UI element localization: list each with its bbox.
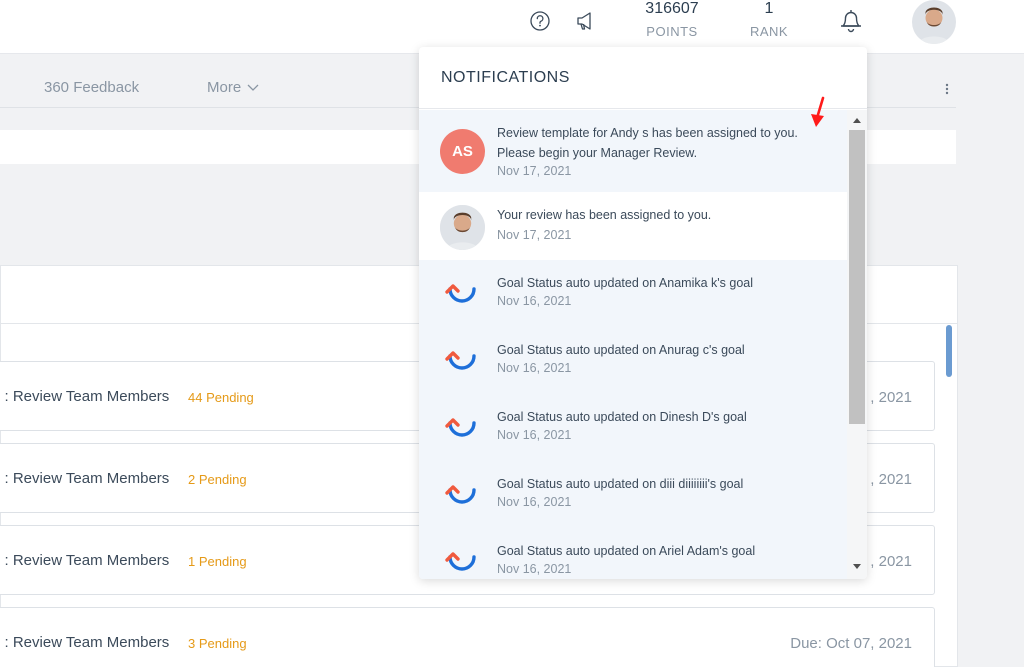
due-date: , 2021 <box>870 471 912 488</box>
tab-more[interactable]: More <box>207 79 259 96</box>
app-logo-icon <box>444 277 480 305</box>
points-stat: 316607 POINTS <box>636 0 708 39</box>
notifications-header: NOTIFICATIONS <box>419 47 867 109</box>
notification-message: Goal Status auto updated on Anamika k's … <box>497 276 754 290</box>
app-logo-icon <box>444 478 480 506</box>
notifications-panel: NOTIFICATIONS AS Review template for And… <box>419 47 867 579</box>
rank-stat: 1 RANK <box>744 0 794 39</box>
notification-item[interactable]: AS Review template for Andy s has been a… <box>419 110 847 192</box>
due-date: , 2021 <box>870 553 912 570</box>
notification-message: Goal Status auto updated on diii diiiiii… <box>497 477 744 491</box>
notification-date: Nov 16, 2021 <box>497 562 572 576</box>
notification-date: Nov 16, 2021 <box>497 294 572 308</box>
scrollbar-thumb[interactable] <box>849 130 865 424</box>
notification-date: Nov 16, 2021 <box>497 428 572 442</box>
due-date: , 2021 <box>870 389 912 406</box>
app-logo-icon <box>444 344 480 372</box>
task-title: e : Review Team Members <box>0 470 170 487</box>
notification-date: Nov 17, 2021 <box>497 228 572 242</box>
notification-item[interactable]: Goal Status auto updated on Ariel Adam's… <box>419 528 847 579</box>
notification-message: Goal Status auto updated on Dinesh D's g… <box>497 410 747 424</box>
more-options-icon[interactable] <box>944 82 950 96</box>
chevron-down-icon <box>247 84 259 91</box>
user-avatar[interactable] <box>912 0 956 44</box>
help-icon[interactable] <box>529 10 551 32</box>
rank-label: RANK <box>749 24 789 39</box>
notification-message: Your review has been assigned to you. <box>497 208 712 222</box>
bell-icon[interactable] <box>838 6 864 34</box>
task-row[interactable]: e : Review Team Members 3 Pending Due: O… <box>0 607 935 667</box>
initials-avatar: AS <box>440 129 485 174</box>
notifications-scrollbar[interactable] <box>847 110 867 579</box>
pending-badge: 1 Pending <box>188 554 247 569</box>
notification-item[interactable]: Goal Status auto updated on Anurag c's g… <box>419 327 847 394</box>
points-label: POINTS <box>646 24 698 39</box>
user-avatar <box>440 205 485 250</box>
task-title: e : Review Team Members <box>0 634 170 651</box>
points-value: 316607 <box>645 0 699 17</box>
notification-date: Nov 16, 2021 <box>497 361 572 375</box>
notification-item[interactable]: Goal Status auto updated on diii diiiiii… <box>419 461 847 528</box>
tab-more-label: More <box>207 79 242 96</box>
notification-date: Nov 16, 2021 <box>497 495 572 509</box>
notification-item[interactable]: Goal Status auto updated on Dinesh D's g… <box>419 394 847 461</box>
rank-value: 1 <box>764 0 774 17</box>
notification-message: Goal Status auto updated on Anurag c's g… <box>497 343 745 357</box>
notification-item[interactable]: Goal Status auto updated on Anamika k's … <box>419 260 847 327</box>
due-date: Due: Oct 07, 2021 <box>790 635 912 652</box>
app-logo-icon <box>444 411 480 439</box>
annotation-arrow-icon <box>811 96 825 127</box>
notification-message: Review template for Andy s has been assi… <box>497 126 798 160</box>
megaphone-icon[interactable] <box>575 10 597 32</box>
pending-badge: 3 Pending <box>188 636 247 651</box>
page-scrollbar[interactable] <box>946 325 952 377</box>
pending-badge: 44 Pending <box>188 390 254 405</box>
scroll-up-arrow-icon[interactable] <box>852 116 862 124</box>
app-logo-icon <box>444 545 480 573</box>
tab-360-feedback[interactable]: 360 Feedback <box>44 79 139 96</box>
notifications-list: AS Review template for Andy s has been a… <box>419 110 847 579</box>
scroll-down-arrow-icon[interactable] <box>852 563 862 571</box>
task-title: e : Review Team Members <box>0 552 170 569</box>
notification-item[interactable]: Your review has been assigned to you. No… <box>419 192 847 260</box>
task-title: e : Review Team Members <box>0 388 170 405</box>
notification-message: Goal Status auto updated on Ariel Adam's… <box>497 544 756 558</box>
pending-badge: 2 Pending <box>188 472 247 487</box>
top-header: 316607 POINTS 1 RANK <box>0 0 1024 54</box>
notifications-title: NOTIFICATIONS <box>441 69 570 86</box>
notification-date: Nov 17, 2021 <box>497 164 572 178</box>
